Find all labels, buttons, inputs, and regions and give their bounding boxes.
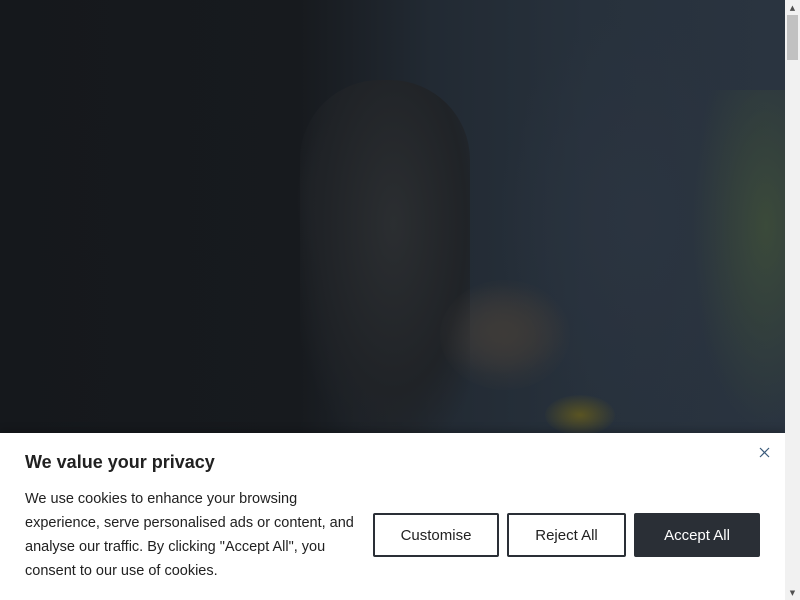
hero-person (300, 80, 470, 440)
scroll-up-arrow-icon[interactable]: ▲ (785, 0, 800, 15)
vertical-scrollbar[interactable]: ▲ ▼ (785, 0, 800, 600)
page-viewport: We value your privacy We use cookies to … (0, 0, 785, 600)
close-button[interactable] (755, 443, 773, 461)
reject-all-button[interactable]: Reject All (507, 513, 626, 557)
cookie-consent-banner: We value your privacy We use cookies to … (0, 433, 785, 600)
close-icon (759, 447, 769, 457)
hero-sleeve (545, 395, 615, 435)
scroll-down-arrow-icon[interactable]: ▼ (785, 585, 800, 600)
accept-all-button[interactable]: Accept All (634, 513, 760, 557)
hero-hand (440, 280, 570, 390)
cookie-banner-title: We value your privacy (25, 452, 215, 472)
customise-button[interactable]: Customise (373, 513, 499, 557)
scrollbar-thumb[interactable] (787, 15, 798, 60)
cookie-banner-text: We use cookies to enhance your browsing … (25, 491, 354, 579)
hero-plant (690, 90, 785, 430)
